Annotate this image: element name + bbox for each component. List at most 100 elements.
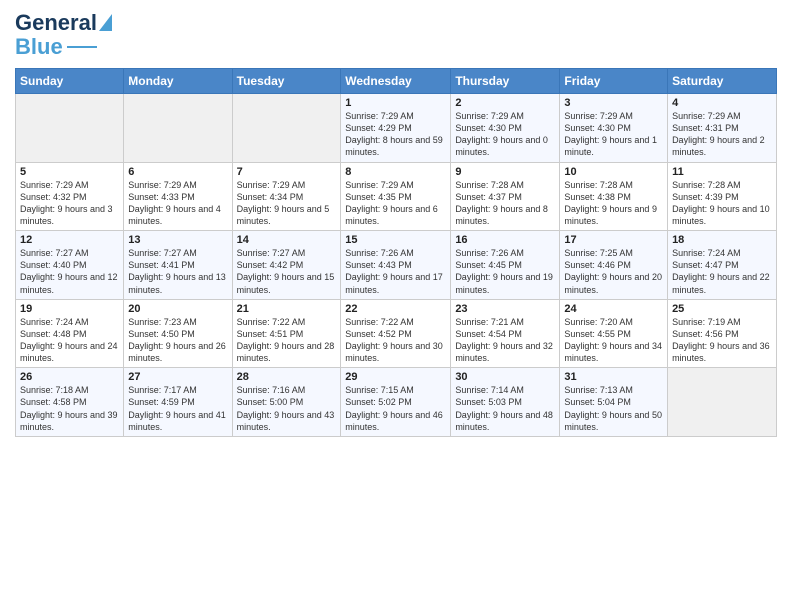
logo: General Blue (15, 10, 112, 60)
day-info: Sunrise: 7:29 AMSunset: 4:31 PMDaylight:… (672, 110, 772, 159)
calendar-cell: 13Sunrise: 7:27 AMSunset: 4:41 PMDayligh… (124, 231, 232, 300)
day-number: 26 (20, 371, 119, 383)
calendar-cell: 4Sunrise: 7:29 AMSunset: 4:31 PMDaylight… (668, 94, 777, 163)
day-number: 29 (345, 371, 446, 383)
calendar-table: SundayMondayTuesdayWednesdayThursdayFrid… (15, 68, 777, 437)
day-info: Sunrise: 7:26 AMSunset: 4:45 PMDaylight:… (455, 247, 555, 296)
calendar-cell: 11Sunrise: 7:28 AMSunset: 4:39 PMDayligh… (668, 162, 777, 231)
day-number: 21 (237, 303, 337, 315)
day-number: 9 (455, 166, 555, 178)
page-container: General Blue SundayMondayTuesdayWednesda… (0, 0, 792, 442)
day-number: 6 (128, 166, 227, 178)
calendar-cell: 28Sunrise: 7:16 AMSunset: 5:00 PMDayligh… (232, 368, 341, 437)
day-number: 18 (672, 234, 772, 246)
day-info: Sunrise: 7:13 AMSunset: 5:04 PMDaylight:… (564, 384, 663, 433)
week-row-3: 19Sunrise: 7:24 AMSunset: 4:48 PMDayligh… (16, 299, 777, 368)
calendar-cell (16, 94, 124, 163)
day-info: Sunrise: 7:19 AMSunset: 4:56 PMDaylight:… (672, 316, 772, 365)
calendar-cell: 21Sunrise: 7:22 AMSunset: 4:51 PMDayligh… (232, 299, 341, 368)
day-number: 24 (564, 303, 663, 315)
day-number: 20 (128, 303, 227, 315)
day-info: Sunrise: 7:23 AMSunset: 4:50 PMDaylight:… (128, 316, 227, 365)
day-info: Sunrise: 7:26 AMSunset: 4:43 PMDaylight:… (345, 247, 446, 296)
day-number: 16 (455, 234, 555, 246)
day-header-tuesday: Tuesday (232, 69, 341, 94)
day-number: 27 (128, 371, 227, 383)
logo-underline (67, 46, 97, 48)
day-number: 13 (128, 234, 227, 246)
day-number: 15 (345, 234, 446, 246)
day-info: Sunrise: 7:21 AMSunset: 4:54 PMDaylight:… (455, 316, 555, 365)
week-row-0: 1Sunrise: 7:29 AMSunset: 4:29 PMDaylight… (16, 94, 777, 163)
calendar-cell (124, 94, 232, 163)
day-info: Sunrise: 7:22 AMSunset: 4:51 PMDaylight:… (237, 316, 337, 365)
day-number: 30 (455, 371, 555, 383)
day-info: Sunrise: 7:18 AMSunset: 4:58 PMDaylight:… (20, 384, 119, 433)
calendar-cell: 18Sunrise: 7:24 AMSunset: 4:47 PMDayligh… (668, 231, 777, 300)
calendar-cell: 12Sunrise: 7:27 AMSunset: 4:40 PMDayligh… (16, 231, 124, 300)
day-number: 8 (345, 166, 446, 178)
calendar-cell: 24Sunrise: 7:20 AMSunset: 4:55 PMDayligh… (560, 299, 668, 368)
day-number: 11 (672, 166, 772, 178)
day-number: 19 (20, 303, 119, 315)
day-info: Sunrise: 7:29 AMSunset: 4:32 PMDaylight:… (20, 179, 119, 228)
day-info: Sunrise: 7:27 AMSunset: 4:40 PMDaylight:… (20, 247, 119, 296)
calendar-cell: 9Sunrise: 7:28 AMSunset: 4:37 PMDaylight… (451, 162, 560, 231)
calendar-cell: 29Sunrise: 7:15 AMSunset: 5:02 PMDayligh… (341, 368, 451, 437)
day-header-friday: Friday (560, 69, 668, 94)
day-info: Sunrise: 7:24 AMSunset: 4:47 PMDaylight:… (672, 247, 772, 296)
week-row-2: 12Sunrise: 7:27 AMSunset: 4:40 PMDayligh… (16, 231, 777, 300)
day-number: 14 (237, 234, 337, 246)
calendar-cell: 19Sunrise: 7:24 AMSunset: 4:48 PMDayligh… (16, 299, 124, 368)
calendar-cell: 23Sunrise: 7:21 AMSunset: 4:54 PMDayligh… (451, 299, 560, 368)
day-info: Sunrise: 7:24 AMSunset: 4:48 PMDaylight:… (20, 316, 119, 365)
day-info: Sunrise: 7:16 AMSunset: 5:00 PMDaylight:… (237, 384, 337, 433)
day-info: Sunrise: 7:28 AMSunset: 4:37 PMDaylight:… (455, 179, 555, 228)
day-info: Sunrise: 7:29 AMSunset: 4:35 PMDaylight:… (345, 179, 446, 228)
day-info: Sunrise: 7:22 AMSunset: 4:52 PMDaylight:… (345, 316, 446, 365)
day-info: Sunrise: 7:29 AMSunset: 4:34 PMDaylight:… (237, 179, 337, 228)
calendar-cell (668, 368, 777, 437)
calendar-cell: 1Sunrise: 7:29 AMSunset: 4:29 PMDaylight… (341, 94, 451, 163)
calendar-cell: 8Sunrise: 7:29 AMSunset: 4:35 PMDaylight… (341, 162, 451, 231)
calendar-cell: 26Sunrise: 7:18 AMSunset: 4:58 PMDayligh… (16, 368, 124, 437)
logo-triangle-icon (99, 14, 112, 31)
day-info: Sunrise: 7:28 AMSunset: 4:39 PMDaylight:… (672, 179, 772, 228)
day-header-saturday: Saturday (668, 69, 777, 94)
day-info: Sunrise: 7:29 AMSunset: 4:33 PMDaylight:… (128, 179, 227, 228)
day-info: Sunrise: 7:29 AMSunset: 4:30 PMDaylight:… (564, 110, 663, 159)
day-info: Sunrise: 7:25 AMSunset: 4:46 PMDaylight:… (564, 247, 663, 296)
calendar-cell: 3Sunrise: 7:29 AMSunset: 4:30 PMDaylight… (560, 94, 668, 163)
calendar-cell: 2Sunrise: 7:29 AMSunset: 4:30 PMDaylight… (451, 94, 560, 163)
week-row-1: 5Sunrise: 7:29 AMSunset: 4:32 PMDaylight… (16, 162, 777, 231)
day-number: 4 (672, 97, 772, 109)
calendar-cell: 16Sunrise: 7:26 AMSunset: 4:45 PMDayligh… (451, 231, 560, 300)
day-info: Sunrise: 7:29 AMSunset: 4:30 PMDaylight:… (455, 110, 555, 159)
day-number: 22 (345, 303, 446, 315)
day-header-monday: Monday (124, 69, 232, 94)
logo-blue: Blue (15, 34, 63, 60)
day-header-sunday: Sunday (16, 69, 124, 94)
calendar-cell: 22Sunrise: 7:22 AMSunset: 4:52 PMDayligh… (341, 299, 451, 368)
calendar-cell: 14Sunrise: 7:27 AMSunset: 4:42 PMDayligh… (232, 231, 341, 300)
day-number: 1 (345, 97, 446, 109)
logo-general: General (15, 10, 97, 36)
day-number: 23 (455, 303, 555, 315)
day-info: Sunrise: 7:28 AMSunset: 4:38 PMDaylight:… (564, 179, 663, 228)
calendar-cell: 6Sunrise: 7:29 AMSunset: 4:33 PMDaylight… (124, 162, 232, 231)
week-row-4: 26Sunrise: 7:18 AMSunset: 4:58 PMDayligh… (16, 368, 777, 437)
day-number: 10 (564, 166, 663, 178)
day-info: Sunrise: 7:27 AMSunset: 4:42 PMDaylight:… (237, 247, 337, 296)
calendar-cell: 31Sunrise: 7:13 AMSunset: 5:04 PMDayligh… (560, 368, 668, 437)
calendar-cell: 20Sunrise: 7:23 AMSunset: 4:50 PMDayligh… (124, 299, 232, 368)
calendar-cell: 17Sunrise: 7:25 AMSunset: 4:46 PMDayligh… (560, 231, 668, 300)
calendar-cell: 30Sunrise: 7:14 AMSunset: 5:03 PMDayligh… (451, 368, 560, 437)
calendar-cell (232, 94, 341, 163)
day-info: Sunrise: 7:17 AMSunset: 4:59 PMDaylight:… (128, 384, 227, 433)
day-header-wednesday: Wednesday (341, 69, 451, 94)
day-number: 17 (564, 234, 663, 246)
calendar-cell: 10Sunrise: 7:28 AMSunset: 4:38 PMDayligh… (560, 162, 668, 231)
day-number: 12 (20, 234, 119, 246)
day-number: 2 (455, 97, 555, 109)
calendar-cell: 5Sunrise: 7:29 AMSunset: 4:32 PMDaylight… (16, 162, 124, 231)
